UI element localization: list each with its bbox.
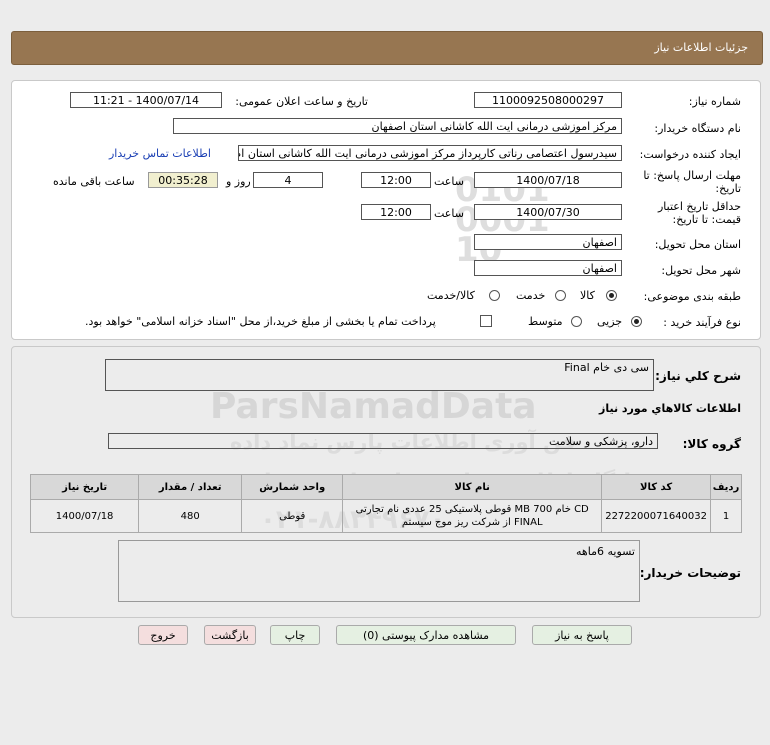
category-service-label: خدمت	[516, 289, 546, 302]
category-goods-radio[interactable]	[606, 290, 617, 301]
reply-button[interactable]: پاسخ به نیاز	[532, 625, 632, 645]
requester-field: سیدرسول اعتصامی رناتی کارپرداز مرکز اموز…	[238, 145, 622, 161]
exit-button[interactable]: خروج	[138, 625, 188, 645]
category-label: طبقه بندی موضوعی:	[643, 290, 741, 303]
buyer-contact-link[interactable]: اطلاعات تماس خریدار	[109, 147, 211, 160]
days-field: 4	[253, 172, 323, 188]
remaining-label: ساعت باقی مانده	[53, 175, 135, 188]
city-label: شهر محل تحویل:	[661, 264, 741, 277]
validity-label: حداقل تاریخ اعتبار قیمت: تا تاریخ:	[657, 200, 741, 226]
goods-table: ردیف کد کالا نام کالا واحد شمارش تعداد /…	[29, 474, 742, 533]
table-row: 1 2272200071640032 CD خام 700 MB قوطی پل…	[29, 499, 742, 533]
cell-code: 2272200071640032	[601, 499, 711, 533]
deadline-label: مهلت ارسال پاسخ: تا تاریخ:	[643, 169, 741, 195]
requester-label: ایجاد کننده درخواست:	[639, 148, 741, 161]
process-medium-label: متوسط	[528, 315, 563, 328]
col-unit-header: واحد شمارش	[241, 474, 344, 500]
province-field: اصفهان	[474, 234, 622, 250]
goods-group-label: گروه کالا:	[682, 437, 741, 451]
deadline-time-label: ساعت	[434, 175, 464, 188]
goods-info-heading: اطلاعات کالاهاي مورد نياز	[599, 402, 741, 415]
col-date-header: تاریخ نیاز	[29, 474, 140, 500]
need-number-label: شماره نیاز:	[688, 95, 741, 108]
validity-date-field: 1400/07/30	[474, 204, 622, 220]
cell-qty: 480	[138, 499, 243, 533]
validity-time-label: ساعت	[434, 207, 464, 220]
col-row-header: ردیف	[710, 474, 742, 500]
treasury-checkbox[interactable]	[480, 315, 492, 327]
category-goods-label: کالا	[580, 289, 595, 302]
days-label: روز و	[226, 175, 251, 188]
cell-unit: قوطی	[241, 499, 344, 533]
attachments-button[interactable]: مشاهده مدارک پیوستی (0)	[336, 625, 516, 645]
announce-field: 1400/07/14 - 11:21	[70, 92, 222, 108]
category-goods-service-radio[interactable]	[489, 290, 500, 301]
buyer-field: مرکز اموزشی درمانی ایت الله کاشانی استان…	[173, 118, 622, 134]
buyer-notes-field: تسویه 6ماهه	[118, 540, 640, 602]
process-medium-radio[interactable]	[571, 316, 582, 327]
province-label: استان محل تحویل:	[654, 238, 741, 251]
cell-date: 1400/07/18	[29, 499, 140, 533]
print-button[interactable]: چاپ	[270, 625, 320, 645]
need-desc-field: سی دی خام Final	[105, 359, 654, 391]
col-qty-header: تعداد / مقدار	[138, 474, 243, 500]
announce-label: تاریخ و ساعت اعلان عمومی:	[235, 95, 368, 108]
goods-group-field: دارو، پزشکی و سلامت	[108, 433, 658, 449]
page-header: جزئیات اطلاعات نیاز	[11, 31, 763, 65]
page-title: جزئیات اطلاعات نیاز	[654, 41, 748, 54]
process-minor-radio[interactable]	[631, 316, 642, 327]
category-goods-service-label: کالا/خدمت	[427, 289, 475, 302]
col-code-header: کد کالا	[601, 474, 711, 500]
process-label: نوع فرآیند خرید :	[663, 316, 741, 329]
validity-time-field: 12:00	[361, 204, 431, 220]
deadline-time-field: 12:00	[361, 172, 431, 188]
cell-row: 1	[710, 499, 742, 533]
deadline-date-field: 1400/07/18	[474, 172, 622, 188]
city-field: اصفهان	[474, 260, 622, 276]
payment-note: پرداخت تمام یا بخشی از مبلغ خرید،از محل …	[85, 315, 436, 328]
category-service-radio[interactable]	[555, 290, 566, 301]
back-button[interactable]: بازگشت	[204, 625, 256, 645]
need-number-field: 1100092508000297	[474, 92, 622, 108]
remaining-time-field: 00:35:28	[148, 172, 218, 188]
buyer-label: نام دستگاه خریدار:	[654, 122, 741, 135]
need-desc-label: شرح کلي نياز:	[655, 369, 741, 383]
buyer-notes-label: توضیحات خریدار:	[639, 566, 741, 580]
table-header-row: ردیف کد کالا نام کالا واحد شمارش تعداد /…	[29, 474, 742, 500]
cell-name: CD خام 700 MB قوطی پلاستیکی 25 عددی نام …	[342, 499, 603, 533]
col-name-header: نام کالا	[342, 474, 603, 500]
process-minor-label: جزیی	[597, 315, 623, 328]
